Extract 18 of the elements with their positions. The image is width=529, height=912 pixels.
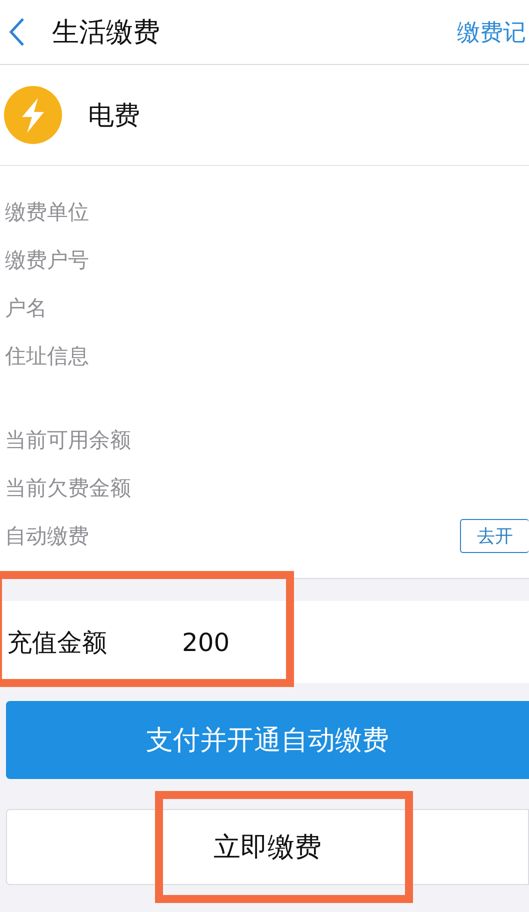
field-label: 自动缴费 [5, 523, 89, 550]
field-label: 缴费单位 [5, 199, 89, 226]
pay-auto-button[interactable]: 支付并开通自动缴费 [6, 701, 529, 779]
field-label: 当前可用余额 [5, 427, 131, 454]
lightning-icon [4, 86, 62, 144]
pay-now-button[interactable]: 立即缴费 [6, 809, 529, 885]
field-label: 住址信息 [5, 343, 89, 370]
field-label: 当前欠费金额 [5, 475, 131, 502]
amount-value: 200 [182, 628, 230, 656]
amount-label: 充值金额 [7, 626, 108, 658]
back-icon[interactable] [8, 17, 26, 47]
amount-field[interactable]: 充值金额 200 [0, 601, 529, 683]
enable-button[interactable]: 去开 [460, 519, 529, 553]
field-label: 缴费户号 [5, 247, 89, 274]
page-title: 生活缴费 [52, 16, 161, 50]
biller-name: 电费 [88, 100, 140, 132]
field-label: 户名 [5, 295, 47, 322]
records-link[interactable]: 缴费记 [457, 16, 526, 48]
